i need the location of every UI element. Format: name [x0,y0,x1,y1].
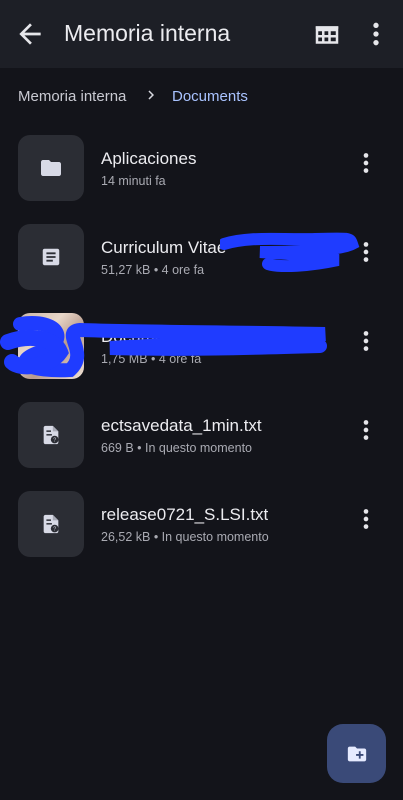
breadcrumb: Memoria interna Documents [0,78,403,114]
file-name: release0721_S.LSI.txt [101,505,269,524]
file-meta: 669 B • In questo momento [101,441,252,455]
file-name: ectsavedata_1min.txt [101,416,262,435]
folder-icon [18,135,84,201]
list-item[interactable]: ? release0721_S.LSI.txt 26,52 kB • In qu… [0,491,403,563]
chevron-right-icon [148,90,154,100]
unknown-file-icon: ? [18,491,84,557]
file-name: Document.pdf [101,327,207,346]
arrow-back-icon[interactable] [14,18,46,50]
more-vert-icon[interactable] [352,416,380,444]
file-meta: 14 minuti fa [101,174,166,188]
list-item[interactable]: ? ectsavedata_1min.txt 669 B • In questo… [0,402,403,474]
list-item[interactable]: Document.pdf 1,75 MB • 4 ore fa [0,313,403,385]
file-name: Aplicaciones [101,149,197,168]
more-vert-icon[interactable] [352,238,380,266]
svg-text:?: ? [53,438,56,444]
grid-view-icon[interactable] [312,20,342,50]
unknown-file-icon: ? [18,402,84,468]
new-folder-button[interactable] [327,724,386,783]
svg-text:?: ? [53,527,56,533]
more-vert-icon[interactable] [352,505,380,533]
breadcrumb-root[interactable]: Memoria interna [18,88,126,105]
list-item[interactable]: Curriculum Vitae 51,27 kB • 4 ore fa [0,224,403,296]
list-item[interactable]: Aplicaciones 14 minuti fa [0,135,403,207]
file-meta: 1,75 MB • 4 ore fa [101,352,202,366]
file-name: Curriculum Vitae [101,238,227,257]
image-thumbnail [18,313,84,379]
more-vert-icon[interactable] [360,18,392,50]
app-bar: Memoria interna [0,0,403,68]
new-folder-icon [347,746,366,761]
file-meta: 26,52 kB • In questo momento [101,530,269,544]
more-vert-icon[interactable] [352,149,380,177]
document-icon [18,224,84,290]
breadcrumb-current[interactable]: Documents [172,88,248,105]
more-vert-icon[interactable] [352,327,380,355]
page-title: Memoria interna [64,20,231,46]
file-meta: 51,27 kB • 4 ore fa [101,263,205,277]
